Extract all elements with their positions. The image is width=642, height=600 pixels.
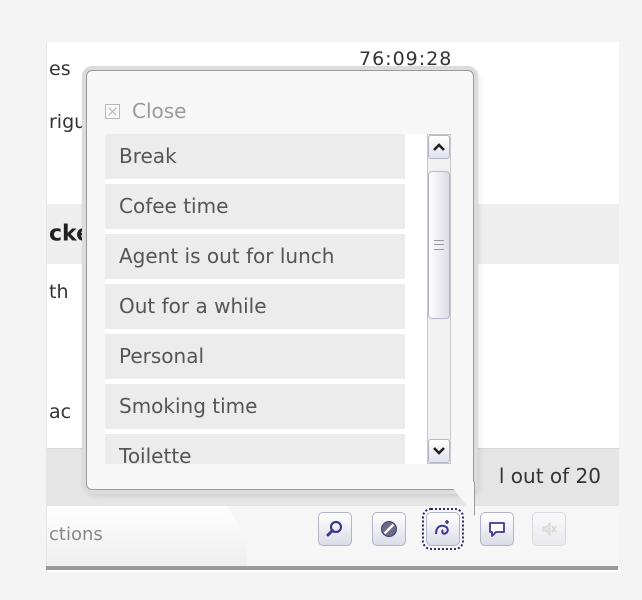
close-icon: [105, 103, 120, 119]
list-item-cofee-time[interactable]: Cofee time: [105, 184, 405, 229]
summary-count: l out of 20: [498, 464, 601, 488]
search-button[interactable]: [318, 512, 352, 546]
break-reason-popup: Close Break Cofee time Agent is out for …: [86, 70, 474, 490]
list-item-break[interactable]: Break: [105, 134, 405, 179]
mute-icon: [542, 521, 557, 537]
row-label: rigu: [49, 111, 87, 133]
magnifier-icon: [326, 520, 343, 537]
row-label: ac: [49, 401, 72, 423]
break-status-button[interactable]: [422, 508, 464, 550]
speech-bubble-icon: [489, 522, 505, 537]
chat-button[interactable]: [480, 512, 514, 546]
no-entry-icon: [381, 521, 397, 537]
list-item-out-for-lunch[interactable]: Agent is out for lunch: [105, 234, 405, 279]
scroll-thumb[interactable]: [428, 171, 450, 319]
row-label: es: [49, 58, 71, 80]
list-scrollbar[interactable]: [427, 134, 451, 464]
scroll-down-button[interactable]: [428, 439, 450, 463]
chevron-down-icon: [433, 447, 445, 455]
close-label: Close: [132, 99, 187, 123]
block-button[interactable]: [372, 512, 406, 546]
list-item-smoking-time[interactable]: Smoking time: [105, 384, 405, 429]
mute-button[interactable]: [532, 512, 566, 546]
section-header-label: cke: [49, 221, 92, 247]
list-item-out-for-a-while[interactable]: Out for a while: [105, 284, 405, 329]
actions-label: ctions: [49, 524, 103, 545]
chevron-up-icon: [433, 143, 445, 151]
scroll-up-button[interactable]: [428, 135, 450, 159]
row-duration: 76:09:28: [359, 48, 453, 70]
grip-icon: [434, 240, 444, 250]
reason-list: Break Cofee time Agent is out for lunch …: [105, 134, 451, 464]
close-button[interactable]: Close: [105, 97, 186, 125]
bottom-divider: [46, 566, 618, 570]
list-item-toilette[interactable]: Toilette: [105, 434, 405, 464]
row-label: th: [49, 281, 69, 303]
list-item-personal[interactable]: Personal: [105, 334, 405, 379]
break-status-icon: [435, 520, 449, 535]
